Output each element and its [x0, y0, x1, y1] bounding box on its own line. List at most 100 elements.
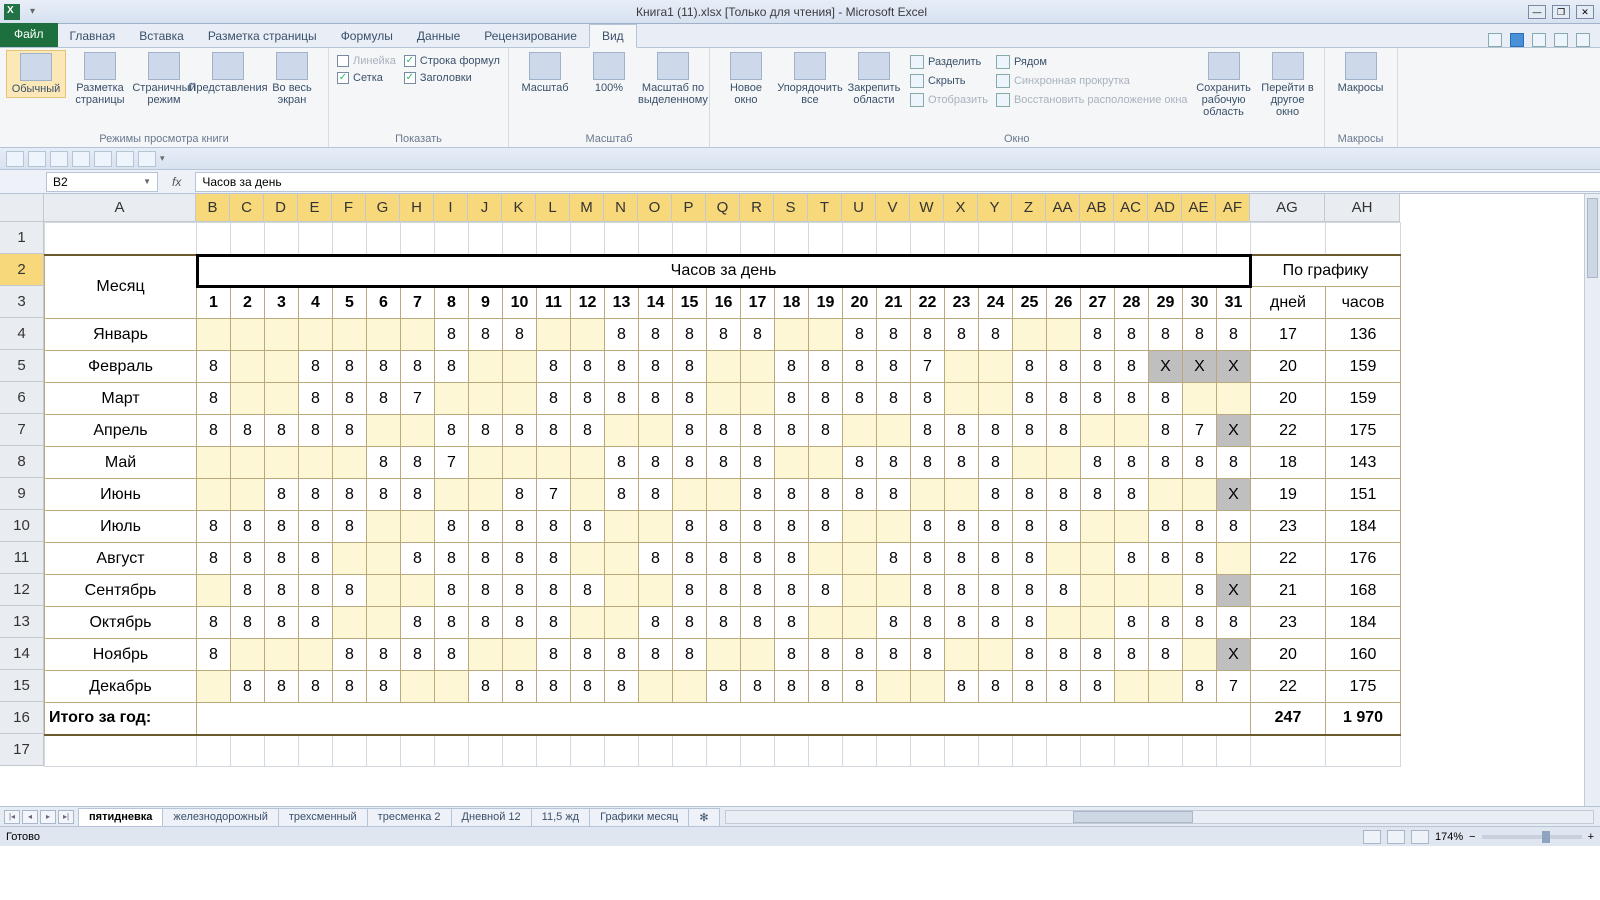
select-all-corner[interactable] [0, 194, 44, 222]
cell[interactable] [401, 735, 435, 767]
cell[interactable]: 8 [1013, 511, 1047, 543]
cell[interactable] [639, 511, 673, 543]
cell[interactable] [333, 607, 367, 639]
cell[interactable]: 8 [775, 607, 809, 639]
cell[interactable]: 8 [1217, 447, 1251, 479]
cell[interactable] [673, 223, 707, 255]
cell[interactable] [299, 639, 333, 671]
cell[interactable] [945, 639, 979, 671]
cell[interactable]: 8 [401, 447, 435, 479]
macros-button[interactable]: Макросы [1331, 50, 1391, 96]
cell[interactable] [265, 639, 299, 671]
cell[interactable]: 7 [435, 447, 469, 479]
cell[interactable]: 8 [503, 671, 537, 703]
cell[interactable]: 8 [673, 575, 707, 607]
cell[interactable]: 8 [605, 639, 639, 671]
cell[interactable]: 23 [1251, 607, 1326, 639]
cell[interactable] [469, 479, 503, 511]
column-header[interactable]: U [842, 194, 876, 222]
new-sheet-button[interactable]: ✻ [688, 808, 719, 826]
cell[interactable]: 8 [911, 415, 945, 447]
cell[interactable]: 8 [435, 319, 469, 351]
cell[interactable] [877, 575, 911, 607]
cell[interactable] [571, 319, 605, 351]
cell[interactable]: 27 [1081, 287, 1115, 319]
cell[interactable]: 8 [197, 639, 231, 671]
cell[interactable] [45, 735, 197, 767]
cell[interactable]: 168 [1326, 575, 1401, 607]
cell[interactable]: 15 [673, 287, 707, 319]
cell[interactable]: 8 [945, 671, 979, 703]
cell[interactable] [741, 383, 775, 415]
cell[interactable] [1183, 735, 1217, 767]
cell[interactable]: 8 [197, 415, 231, 447]
cell[interactable] [707, 351, 741, 383]
fullscreen-button[interactable]: Во весь экран [262, 50, 322, 108]
freeze-panes-button[interactable]: Закрепить области [844, 50, 904, 108]
cell[interactable] [605, 735, 639, 767]
gridlines-checkbox[interactable]: ✓Сетка [335, 71, 398, 85]
vertical-scrollbar[interactable] [1584, 194, 1600, 806]
cell[interactable] [571, 735, 605, 767]
cell[interactable]: 7 [911, 351, 945, 383]
cell[interactable] [911, 735, 945, 767]
cell[interactable]: 8 [911, 511, 945, 543]
cell[interactable]: Февраль [45, 351, 197, 383]
cell[interactable]: 8 [673, 447, 707, 479]
cell[interactable]: 8 [775, 479, 809, 511]
cell[interactable]: 8 [1149, 607, 1183, 639]
column-header[interactable]: B [196, 194, 230, 222]
cell[interactable]: 11 [537, 287, 571, 319]
cell[interactable] [401, 415, 435, 447]
cell[interactable]: 8 [571, 351, 605, 383]
cell[interactable]: 8 [299, 671, 333, 703]
cell[interactable] [843, 223, 877, 255]
formula-bar-checkbox[interactable]: ✓Строка формул [402, 54, 502, 68]
column-header[interactable]: I [434, 194, 468, 222]
cell[interactable]: 8 [707, 447, 741, 479]
cell[interactable]: 8 [299, 383, 333, 415]
cell[interactable]: 8 [741, 607, 775, 639]
cell[interactable]: X [1149, 351, 1183, 383]
cell[interactable]: 9 [469, 287, 503, 319]
column-header[interactable]: AH [1325, 194, 1400, 222]
cell[interactable]: 8 [707, 607, 741, 639]
cell[interactable] [367, 415, 401, 447]
cell[interactable] [775, 735, 809, 767]
cell[interactable]: 8 [809, 479, 843, 511]
cell[interactable] [877, 223, 911, 255]
cell[interactable] [1013, 447, 1047, 479]
sync-scroll-button[interactable]: Синхронная прокрутка [994, 73, 1190, 89]
zoom-out-button[interactable]: − [1469, 831, 1475, 843]
cell[interactable]: Декабрь [45, 671, 197, 703]
cell[interactable] [1081, 415, 1115, 447]
cell[interactable]: Месяц [45, 255, 197, 319]
cell[interactable]: Июнь [45, 479, 197, 511]
row-header[interactable]: 7 [0, 414, 44, 446]
qat-icon[interactable] [72, 151, 90, 167]
cell[interactable]: 8 [673, 415, 707, 447]
close-button[interactable]: ✕ [1576, 5, 1594, 19]
cell[interactable]: 8 [605, 383, 639, 415]
cell[interactable] [911, 223, 945, 255]
cell[interactable] [1217, 735, 1251, 767]
cell[interactable]: 7 [1217, 671, 1251, 703]
sheet-nav-prev[interactable]: ◂ [22, 810, 38, 824]
column-headers[interactable]: ABCDEFGHIJKLMNOPQRSTUVWXYZAAABACADAEAFAG… [44, 194, 1400, 222]
cell[interactable] [1047, 543, 1081, 575]
cell[interactable]: 175 [1326, 415, 1401, 447]
sheet-tab[interactable]: железнодорожный [162, 808, 279, 826]
cell[interactable] [605, 415, 639, 447]
column-header[interactable]: Y [978, 194, 1012, 222]
cell[interactable] [571, 543, 605, 575]
row-header[interactable]: 15 [0, 670, 44, 702]
cell[interactable]: 8 [911, 383, 945, 415]
cell[interactable]: 8 [775, 511, 809, 543]
cell[interactable] [435, 671, 469, 703]
cell[interactable] [911, 671, 945, 703]
sheet-tab[interactable]: тресменка 2 [367, 808, 452, 826]
cell[interactable] [503, 639, 537, 671]
cell[interactable] [367, 575, 401, 607]
column-header[interactable]: O [638, 194, 672, 222]
column-header[interactable]: AF [1216, 194, 1250, 222]
